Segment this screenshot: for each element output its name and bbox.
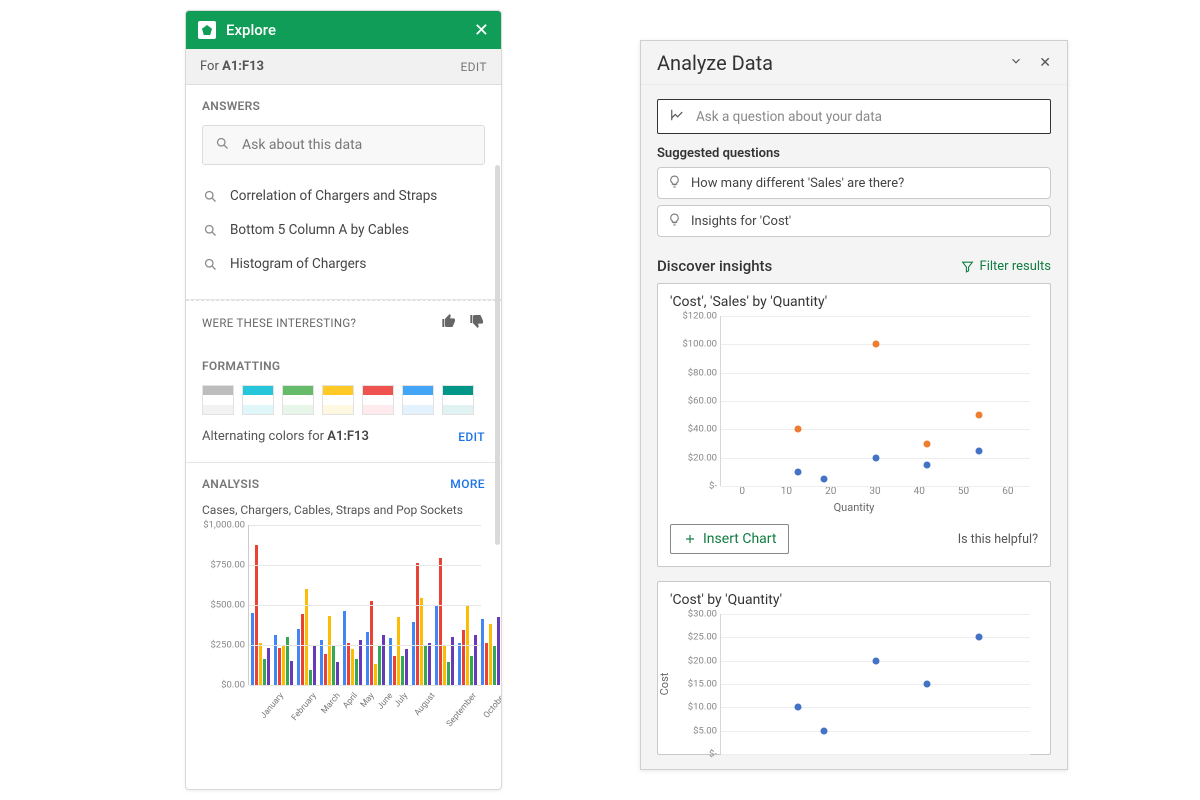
color-swatch[interactable] <box>402 385 434 415</box>
insight-card-1: 'Cost', 'Sales' by 'Quantity' $-$20.00$4… <box>657 283 1051 567</box>
color-swatch[interactable] <box>242 385 274 415</box>
lightbulb-icon <box>668 175 681 192</box>
explore-logo-icon <box>198 21 216 39</box>
search-icon <box>202 189 218 204</box>
analysis-heading: ANALYSIS <box>202 477 450 491</box>
search-icon <box>215 136 230 155</box>
alternating-colors-row: Alternating colors for A1:F13 EDIT <box>202 429 485 444</box>
explore-header: Explore ✕ <box>186 11 501 49</box>
explore-panel: Explore ✕ For A1:F13 EDIT ANSWERS Ask ab… <box>185 10 502 790</box>
answers-suggestion-list: Correlation of Chargers and StrapsBottom… <box>202 179 485 281</box>
insight-card-1-footer: Insert Chart Is this helpful? <box>670 524 1038 554</box>
close-icon[interactable]: ✕ <box>474 20 489 41</box>
suggested-question[interactable]: How many different 'Sales' are there? <box>657 167 1051 199</box>
analysis-header-row: ANALYSIS MORE <box>202 477 485 491</box>
analyze-data-panel: Analyze Data ✕ Ask a question about your… <box>640 40 1068 770</box>
thumbs-down-icon[interactable] <box>469 313 485 333</box>
search-icon <box>202 223 218 238</box>
color-swatch[interactable] <box>362 385 394 415</box>
answers-suggestion[interactable]: Histogram of Chargers <box>202 247 485 281</box>
scatter-1-xticks: 0102030405060 <box>720 486 1030 497</box>
answers-suggestion[interactable]: Correlation of Chargers and Straps <box>202 179 485 213</box>
feedback-row: WERE THESE INTERESTING? <box>186 300 501 345</box>
explore-title: Explore <box>226 21 474 39</box>
lightbulb-icon <box>668 213 681 230</box>
explore-range-bar: For A1:F13 EDIT <box>186 49 501 85</box>
ask-input[interactable]: Ask about this data <box>202 125 485 165</box>
close-icon[interactable]: ✕ <box>1039 55 1051 71</box>
bar-chart-xticks: JanuaryFebruaryMarchAprilMayJuneJulyAugu… <box>248 685 481 695</box>
bar-chart-plot: $0.00$250.00$500.00$750.00$1,000.00 <box>248 525 481 685</box>
scatter-1-xlabel: Quantity <box>670 501 1038 514</box>
color-swatch-row <box>202 385 485 415</box>
filter-results-button[interactable]: Filter results <box>961 259 1051 274</box>
color-swatch[interactable] <box>282 385 314 415</box>
formatting-heading: FORMATTING <box>202 359 485 373</box>
search-icon <box>202 257 218 272</box>
analysis-section: ANALYSIS MORE Cases, Chargers, Cables, S… <box>186 463 501 713</box>
suggested-questions-label: Suggested questions <box>657 146 1051 161</box>
insert-chart-button[interactable]: Insert Chart <box>670 524 789 554</box>
chevron-down-icon[interactable] <box>1009 54 1023 72</box>
explore-body: ANSWERS Ask about this data Correlation … <box>186 85 501 789</box>
analyze-title: Analyze Data <box>657 51 993 75</box>
answers-heading: ANSWERS <box>202 99 485 113</box>
is-this-helpful-link[interactable]: Is this helpful? <box>958 532 1038 547</box>
chart-line-icon <box>670 108 684 126</box>
formatting-section: FORMATTING Alternating colors for A1:F13… <box>186 345 501 463</box>
discover-insights-label: Discover insights <box>657 257 961 275</box>
insight-card-2: 'Cost' by 'Quantity' Cost $-$5.00$10.00$… <box>657 581 1051 755</box>
scatter-chart-2[interactable]: Cost $-$5.00$10.00$15.00$20.00$25.00$30.… <box>720 614 1030 754</box>
scrollbar-thumb[interactable] <box>495 165 500 545</box>
scatter-chart-1[interactable]: $-$20.00$40.00$60.00$80.00$100.00$120.00 <box>720 316 1030 486</box>
ask-placeholder: Ask about this data <box>242 137 362 153</box>
alternating-colors-label: Alternating colors for A1:F13 <box>202 429 458 444</box>
answers-suggestion[interactable]: Bottom 5 Column A by Cables <box>202 213 485 247</box>
color-swatch[interactable] <box>202 385 234 415</box>
edit-formatting-button[interactable]: EDIT <box>458 430 485 444</box>
explore-range-label: For A1:F13 <box>200 59 460 74</box>
insight-card-1-title: 'Cost', 'Sales' by 'Quantity' <box>670 294 1038 310</box>
color-swatch[interactable] <box>442 385 474 415</box>
bar-chart-title: Cases, Chargers, Cables, Straps and Pop … <box>202 503 485 519</box>
edit-range-button[interactable]: EDIT <box>460 60 487 74</box>
suggested-question[interactable]: Insights for 'Cost' <box>657 205 1051 237</box>
insight-card-2-title: 'Cost' by 'Quantity' <box>670 592 1038 608</box>
suggested-questions-list: How many different 'Sales' are there? Ins… <box>657 167 1051 243</box>
answers-section: ANSWERS Ask about this data Correlation … <box>186 85 501 300</box>
thumbs-up-icon[interactable] <box>441 313 457 333</box>
analyze-body: Ask a question about your data Suggested… <box>641 85 1067 769</box>
analyze-ask-placeholder: Ask a question about your data <box>696 109 882 125</box>
analysis-bar-chart[interactable]: Cases, Chargers, Cables, Straps and Pop … <box>202 503 485 695</box>
analyze-header: Analyze Data ✕ <box>641 41 1067 85</box>
color-swatch[interactable] <box>322 385 354 415</box>
feedback-question: WERE THESE INTERESTING? <box>202 316 429 330</box>
analyze-ask-input[interactable]: Ask a question about your data <box>657 99 1051 134</box>
discover-insights-header: Discover insights Filter results <box>657 257 1051 275</box>
more-button[interactable]: MORE <box>450 477 485 491</box>
